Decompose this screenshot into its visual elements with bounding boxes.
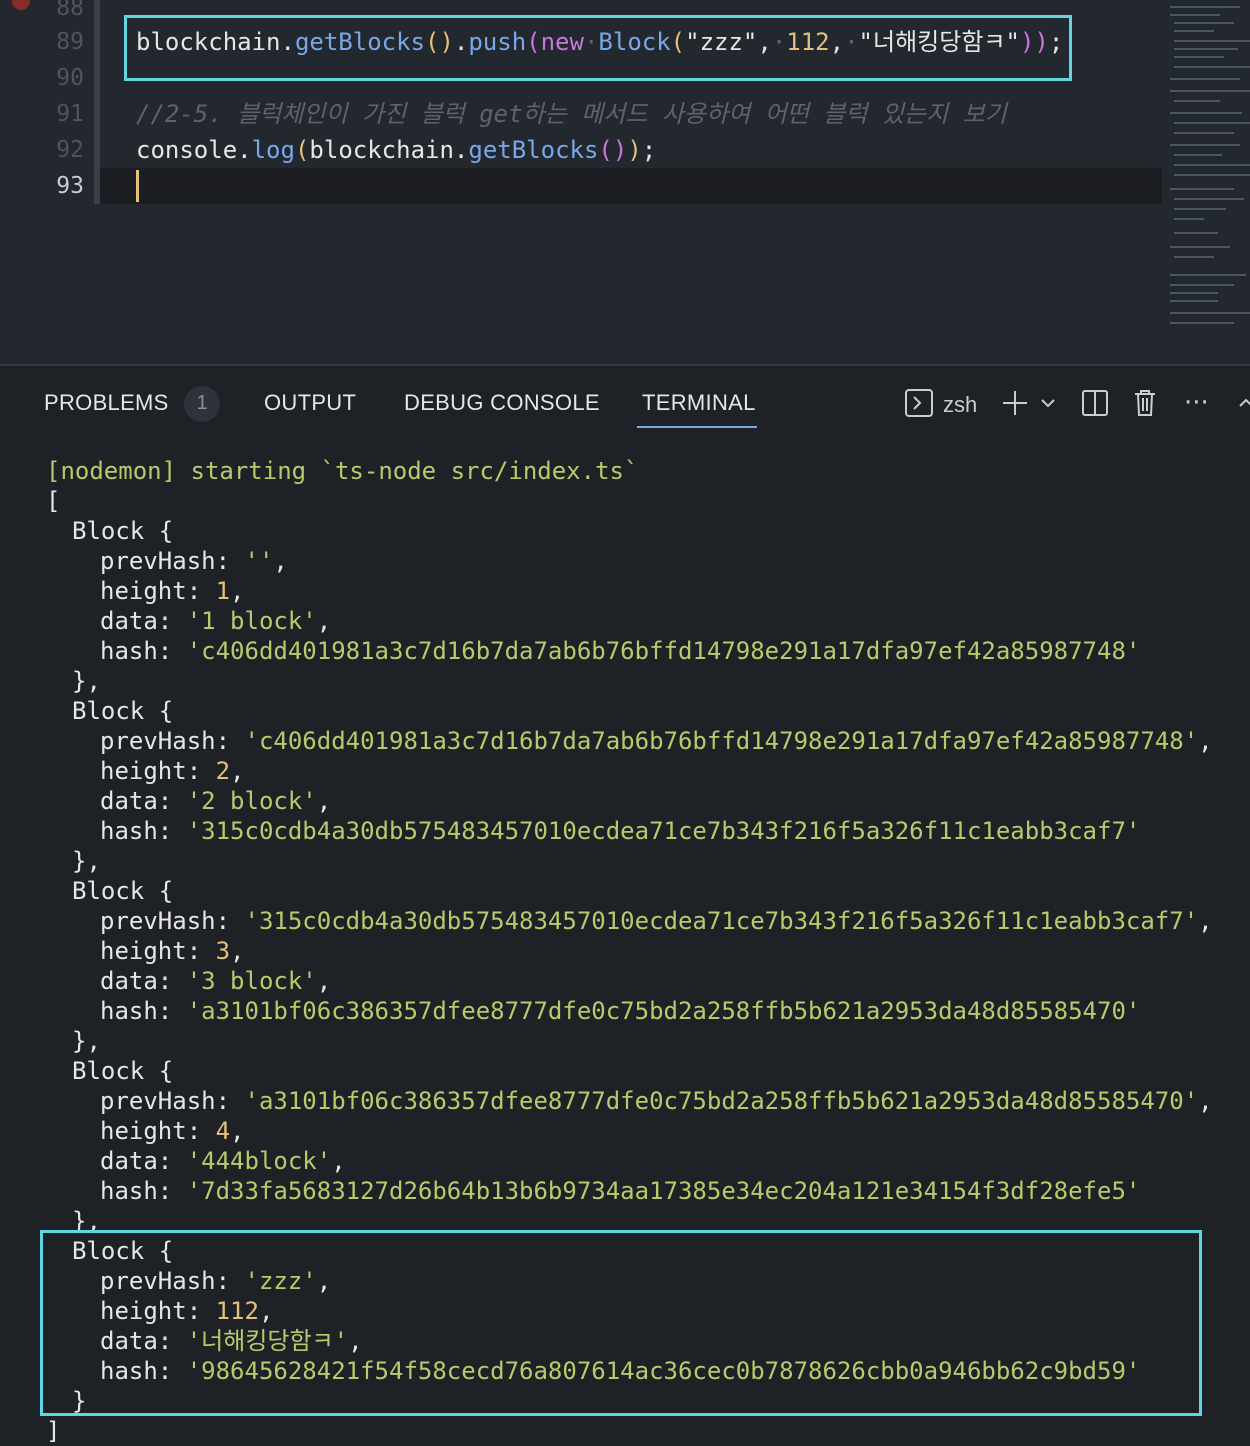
shell-name[interactable]: zsh <box>943 388 977 422</box>
block-prevhash: prevHash: 'a3101bf06c386357dfee8777dfe0c… <box>100 1087 1213 1115</box>
block-data: data: '2 block', <box>100 787 332 815</box>
line-number: 91 <box>56 101 84 127</box>
block-closer: }, <box>72 847 101 875</box>
line-number: 89 <box>56 29 84 55</box>
highlight-box-code <box>124 15 1072 81</box>
problems-count-badge: 1 <box>184 386 220 422</box>
line-number: 92 <box>56 137 84 163</box>
tab-terminal[interactable]: TERMINAL <box>642 390 756 416</box>
active-tab-indicator <box>637 426 757 428</box>
tab-problems[interactable]: PROBLEMS <box>44 390 169 416</box>
more-actions-icon[interactable]: ··· <box>1184 386 1209 420</box>
block-data: data: '444block', <box>100 1147 346 1175</box>
maximize-panel-icon[interactable] <box>1236 386 1250 420</box>
block-height: height: 4, <box>100 1117 245 1145</box>
line-number: 90 <box>56 65 84 91</box>
block-hash: hash: '315c0cdb4a30db575483457010ecdea71… <box>100 817 1141 845</box>
chevron-down-icon[interactable] <box>1038 386 1058 420</box>
line-number-gutter: 88 89 90 91 92 93 <box>0 0 100 364</box>
block-closer: }, <box>72 667 101 695</box>
block-closer: }, <box>72 1027 101 1055</box>
terminal-line: [nodemon] starting `ts-node src/index.ts… <box>46 457 639 485</box>
panel-tab-bar: PROBLEMS 1 OUTPUT DEBUG CONSOLE TERMINAL… <box>0 366 1250 440</box>
bottom-panel: PROBLEMS 1 OUTPUT DEBUG CONSOLE TERMINAL… <box>0 364 1250 1445</box>
block-prevhash: prevHash: '315c0cdb4a30db575483457010ecd… <box>100 907 1213 935</box>
block-prevhash: prevHash: 'c406dd401981a3c7d16b7da7ab6b7… <box>100 727 1213 755</box>
highlight-box-terminal <box>40 1230 1202 1416</box>
code-editor[interactable]: 88 89 90 91 92 93 blockchain.getBlocks()… <box>0 0 1250 364</box>
code-line-91-comment[interactable]: //2-5. 블럭체인이 가진 블럭 get하는 메서드 사용하여 어떤 블럭 … <box>136 96 1007 132</box>
minimap[interactable] <box>1162 0 1250 330</box>
line-number: 88 <box>56 0 84 21</box>
block-height: height: 3, <box>100 937 245 965</box>
block-header: Block { <box>72 1057 174 1085</box>
block-height: height: 2, <box>100 757 245 785</box>
new-terminal-icon[interactable] <box>1000 386 1030 420</box>
trash-icon[interactable] <box>1132 386 1158 420</box>
tab-debug-console[interactable]: DEBUG CONSOLE <box>404 390 600 416</box>
block-header: Block { <box>72 697 174 725</box>
split-terminal-icon[interactable] <box>1081 386 1109 420</box>
block-data: data: '1 block', <box>100 607 332 635</box>
current-line-highlight <box>100 168 1162 204</box>
block-hash: hash: 'c406dd401981a3c7d16b7da7ab6b76bff… <box>100 637 1141 665</box>
terminal-icon[interactable] <box>904 388 934 422</box>
block-height: height: 1, <box>100 577 245 605</box>
block-data: data: '3 block', <box>100 967 332 995</box>
block-hash: hash: '7d33fa5683127d26b64b13b6b9734aa17… <box>100 1177 1141 1205</box>
terminal-line: [ <box>46 487 61 515</box>
tab-output[interactable]: OUTPUT <box>264 390 356 416</box>
block-header: Block { <box>72 517 174 545</box>
code-line-92[interactable]: console.log(blockchain.getBlocks()); <box>136 132 656 168</box>
line-number-active: 93 <box>56 173 84 199</box>
block-prevhash: prevHash: '', <box>100 547 288 575</box>
block-header: Block { <box>72 877 174 905</box>
text-cursor <box>136 170 139 202</box>
block-hash: hash: 'a3101bf06c386357dfee8777dfe0c75bd… <box>100 997 1141 1025</box>
